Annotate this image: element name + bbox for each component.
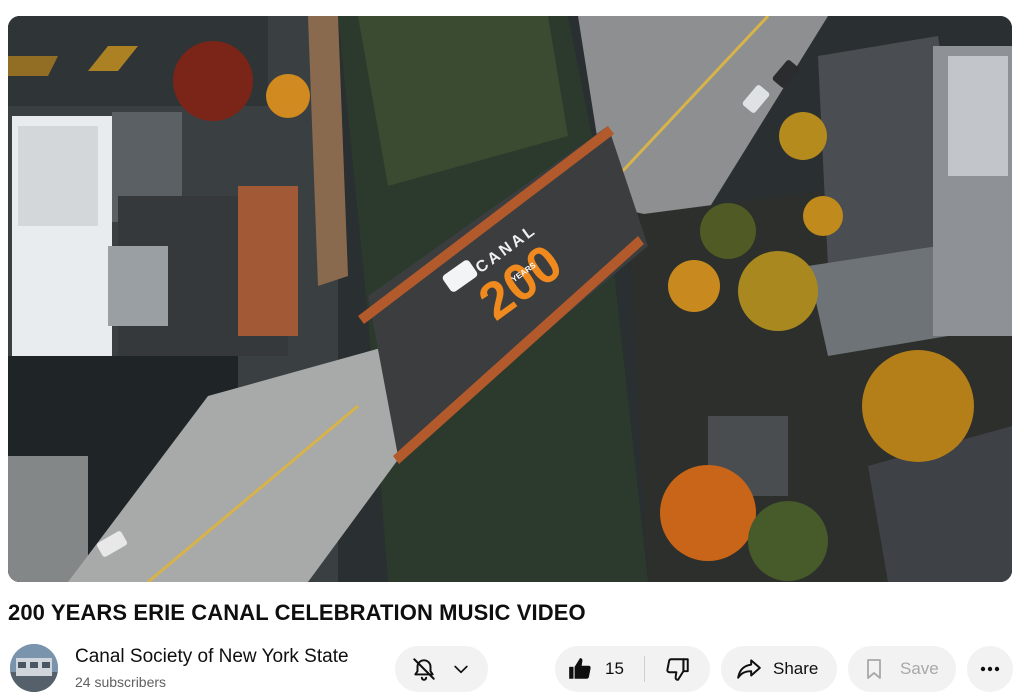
subscriber-count: 24 subscribers [75,674,167,690]
channel-name[interactable]: Canal Society of New York State [75,646,349,668]
save-button[interactable]: Save [848,646,956,692]
save-label: Save [900,659,939,678]
notifications-button[interactable] [395,646,488,692]
share-arrow-icon [735,656,763,682]
more-actions-button[interactable] [967,646,1013,692]
thumbs-up-icon [567,656,593,682]
channel-action-row: Canal Society of New York State 24 subsc… [0,636,1024,696]
dislike-button[interactable] [645,646,710,692]
thumbs-down-icon [665,656,691,682]
channel-avatar-image [10,644,58,692]
bell-slash-icon [411,656,437,682]
video-title: 200 YEARS ERIE CANAL CELEBRATION MUSIC V… [8,600,586,625]
more-horizontal-icon [978,657,1002,681]
video-player[interactable]: CANAL 200 YEARS [8,16,1012,582]
share-button[interactable]: Share [721,646,837,692]
video-frame-aerial-canal-bridge: CANAL 200 YEARS [8,16,1012,582]
like-dislike-group: 15 [555,646,710,692]
bookmark-icon [862,656,886,682]
like-count: 15 [605,659,624,678]
chevron-down-icon [451,659,471,679]
channel-avatar[interactable] [10,644,58,692]
share-label: Share [773,659,819,678]
like-button[interactable]: 15 [555,646,644,692]
